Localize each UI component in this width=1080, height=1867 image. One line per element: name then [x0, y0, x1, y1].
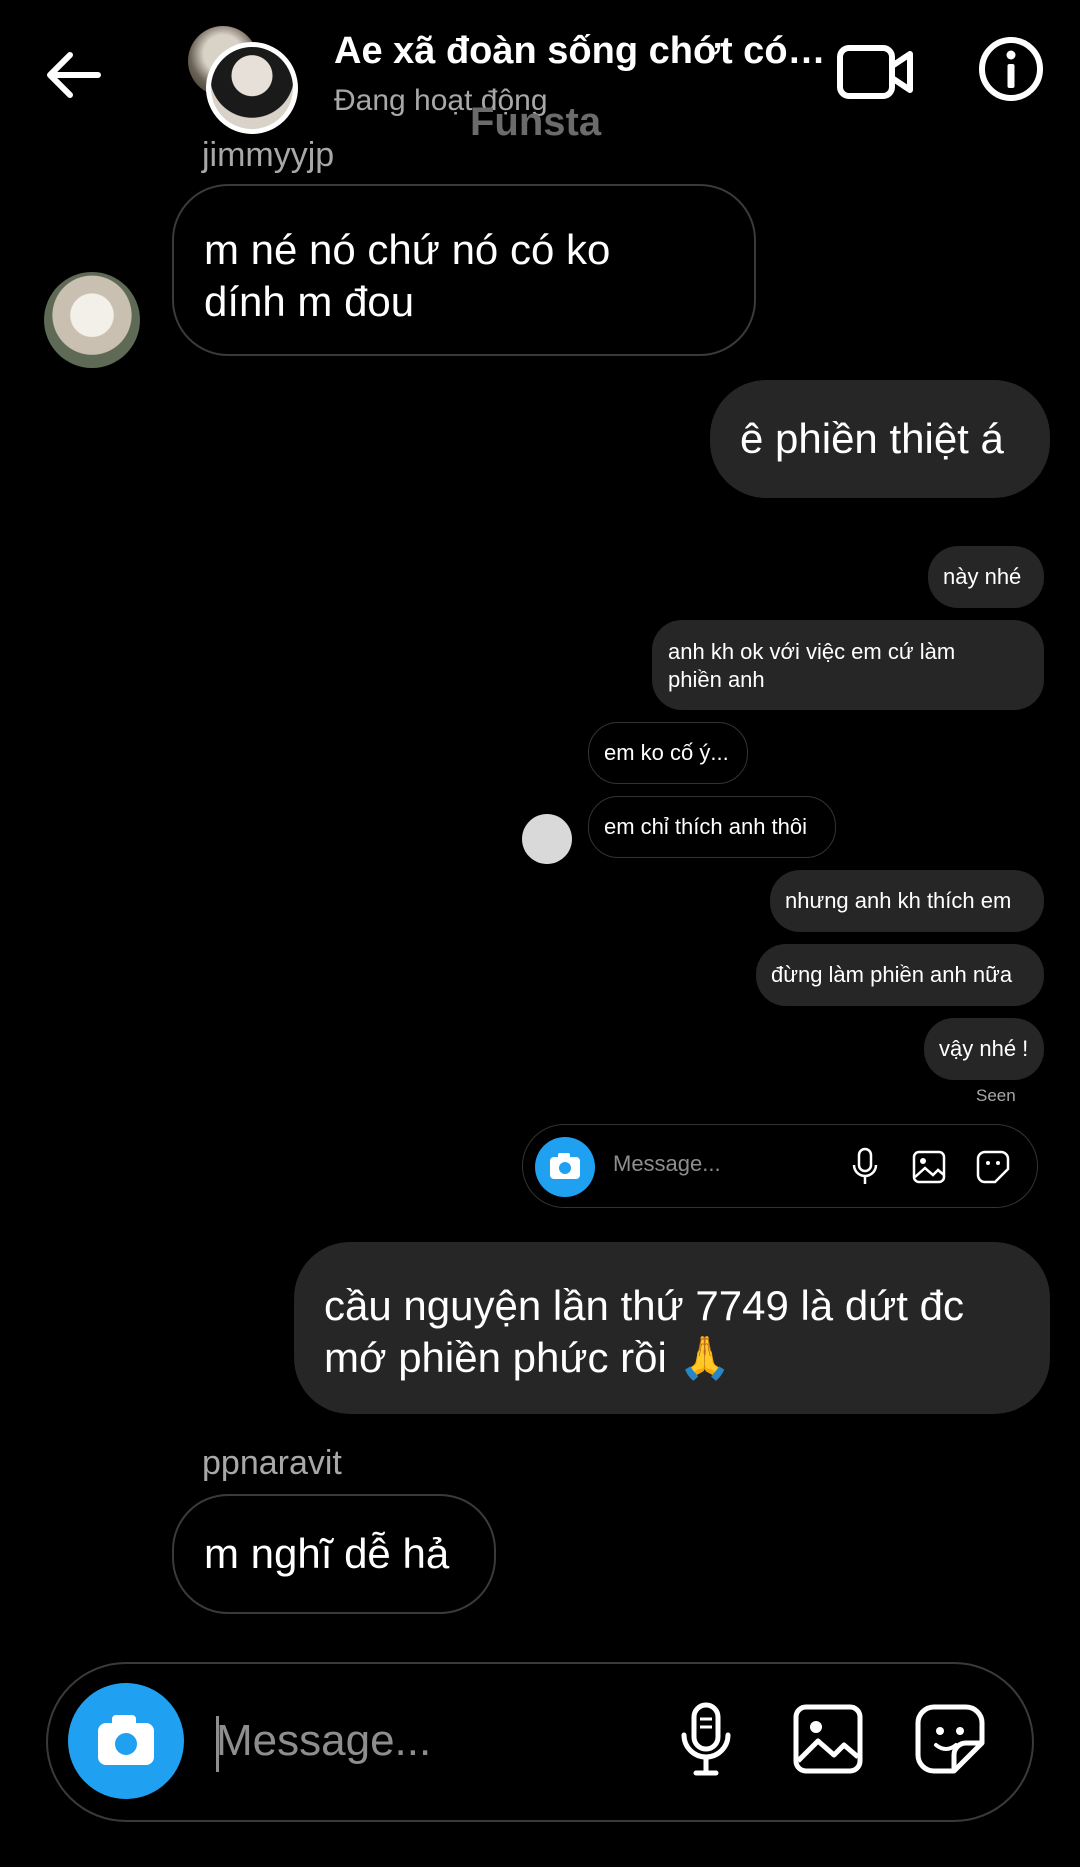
sticker-button[interactable]	[910, 1699, 990, 1779]
microphone-icon	[852, 1147, 878, 1184]
info-icon	[979, 37, 1043, 101]
sender-name: ppnaravit	[202, 1444, 342, 1482]
sender-avatar[interactable]	[44, 272, 140, 368]
screenshot-message: em ko cố ý...	[588, 722, 748, 784]
screenshot-message-line: anh kh ok với việc em cứ làm	[668, 639, 956, 664]
screenshot-message: vậy nhé !	[924, 1018, 1044, 1080]
back-button[interactable]	[40, 40, 110, 110]
screenshot-message: đừng làm phiền anh nữa	[756, 944, 1044, 1006]
screenshot-message: anh kh ok với việc em cứ làm phiền anh	[652, 620, 1044, 710]
gallery-button[interactable]	[788, 1699, 868, 1779]
gallery-icon	[912, 1150, 946, 1184]
message-text: m nghĩ dễ hả	[204, 1530, 450, 1577]
microphone-button[interactable]	[666, 1699, 746, 1779]
info-button[interactable]	[976, 34, 1046, 104]
screenshot-message: nhưng anh kh thích em	[770, 870, 1044, 932]
group-avatar[interactable]	[188, 26, 300, 134]
camera-icon	[98, 1715, 154, 1765]
message-bubble[interactable]: m nghĩ dễ hả	[172, 1494, 496, 1614]
sticker-icon	[915, 1704, 985, 1774]
back-arrow-icon	[47, 52, 101, 98]
message-text: ê phiền thiệt á	[740, 415, 1004, 462]
camera-icon	[535, 1137, 595, 1197]
message-text-line: mớ phiền phức rồi 🙏	[324, 1334, 731, 1381]
camera-button[interactable]	[68, 1683, 184, 1799]
message-bubble[interactable]: m né nó chứ nó có ko dính m đou	[172, 184, 756, 356]
chat-title[interactable]: Ae xã đoàn sống chớt có n...	[334, 30, 834, 73]
screenshot-composer: Message...	[522, 1124, 1038, 1208]
seen-indicator: Seen	[976, 1086, 1016, 1105]
sticker-icon	[976, 1150, 1010, 1184]
screenshot-input-placeholder: Message...	[613, 1151, 721, 1176]
message-text-line: dính m đou	[204, 278, 415, 325]
screenshot-avatar	[522, 814, 572, 864]
message-text-line: m né nó chứ nó có ko	[204, 226, 611, 273]
message-bubble[interactable]: ê phiền thiệt á	[710, 380, 1050, 498]
video-call-icon	[837, 45, 913, 99]
screenshot-message-line: phiền anh	[668, 667, 765, 692]
group-avatar-front	[206, 42, 298, 134]
sender-name: jimmyyjp	[202, 136, 335, 174]
screenshot-message: em chỉ thích anh thôi	[588, 796, 836, 858]
message-composer	[46, 1662, 1034, 1822]
microphone-icon	[681, 1702, 731, 1776]
message-text-line: cầu nguyện lần thứ 7749 là dứt đc	[324, 1282, 965, 1329]
gallery-icon	[793, 1704, 863, 1774]
screenshot-message: này nhé	[928, 546, 1044, 608]
video-call-button[interactable]	[836, 40, 916, 104]
watermark: Funsta	[470, 100, 602, 144]
message-input[interactable]: Message...	[216, 1716, 431, 1766]
message-bubble[interactable]: cầu nguyện lần thứ 7749 là dứt đc mớ phi…	[294, 1242, 1050, 1414]
